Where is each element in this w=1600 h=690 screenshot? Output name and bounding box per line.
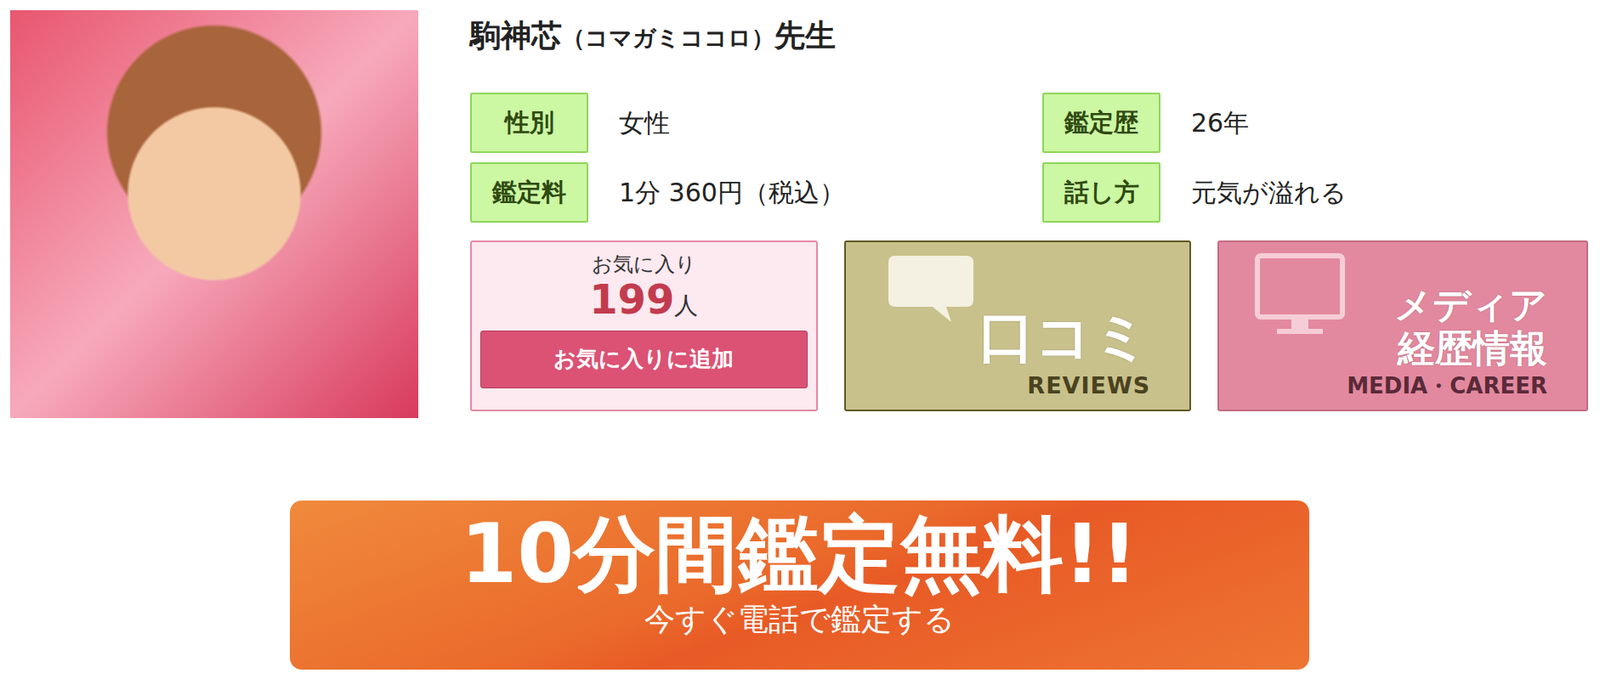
media-title: メディア — [1346, 283, 1548, 328]
reviews-subtitle: REVIEWS — [978, 368, 1151, 404]
favorite-unit: 人 — [674, 291, 698, 320]
reviews-button[interactable]: 口コミREVIEWS — [844, 240, 1192, 412]
media-title: 経歴情報 — [1346, 327, 1548, 371]
favorite-caption: お気に入り — [480, 252, 808, 278]
info-label: 話し方 — [1042, 162, 1161, 223]
info-item: 鑑定料 1分 360円（税込） — [470, 162, 1043, 223]
info-item: 話し方元気が溢れる — [1042, 162, 1589, 223]
name-suffix: 先生 — [774, 17, 836, 53]
tv-monitor-icon — [1253, 250, 1347, 403]
favorite-count-line: 199人 — [480, 277, 808, 324]
info-value: 26年 — [1191, 103, 1249, 142]
media-career-button[interactable]: メディア経歴情報MEDIA・CAREER — [1217, 240, 1589, 412]
profile-photo — [10, 10, 419, 419]
info-value: 女性 — [618, 103, 670, 142]
info-grid: 性別女性鑑定歴26年鑑定料1分 360円（税込）話し方元気が溢れる — [470, 92, 1589, 223]
info-label: 鑑定料 — [470, 162, 589, 223]
favorite-box: お気に入り199人お気に入りに追加 — [470, 240, 818, 412]
profile-name: 駒神芯（コマガミココロ）先生 — [470, 17, 1589, 54]
reviews-text: 口コミREVIEWS — [978, 306, 1151, 403]
profile-details: 駒神芯（コマガミココロ）先生性別女性鑑定歴26年鑑定料1分 360円（税込）話し… — [470, 10, 1589, 419]
banner-title: 10分間鑑定無料!! — [306, 507, 1293, 602]
add-favorite-button[interactable]: お気に入りに追加 — [480, 330, 808, 389]
media-text: メディア経歴情報MEDIA・CAREER — [1346, 283, 1548, 403]
free-reading-banner[interactable]: 10分間鑑定無料!!今すぐ電話で鑑定する — [289, 500, 1310, 670]
banner-subtitle: 今すぐ電話で鑑定する — [306, 601, 1293, 638]
media-subtitle: MEDIA・CAREER — [1346, 369, 1548, 403]
info-value: 1分 360円（税込） — [618, 173, 846, 212]
speech-bubble-icon — [885, 250, 979, 403]
name-text: 駒神芯 — [470, 17, 562, 53]
action-boxes: お気に入り199人お気に入りに追加 口コミREVIEWS メディア経歴情報MEDIA… — [470, 240, 1589, 412]
info-label: 性別 — [470, 92, 589, 154]
info-item: 性別女性 — [470, 92, 1043, 154]
info-label: 鑑定歴 — [1042, 92, 1161, 154]
profile-header: 駒神芯（コマガミココロ）先生性別女性鑑定歴26年鑑定料1分 360円（税込）話し… — [10, 10, 1589, 419]
reviews-title: 口コミ — [978, 306, 1151, 369]
page: 駒神芯（コマガミココロ）先生性別女性鑑定歴26年鑑定料1分 360円（税込）話し… — [0, 0, 1600, 670]
info-item: 鑑定歴 26年 — [1042, 92, 1589, 154]
info-value: 元気が溢れる — [1191, 173, 1347, 212]
favorite-count: 199 — [589, 275, 675, 324]
name-reading: （コマガミココロ） — [561, 24, 775, 52]
